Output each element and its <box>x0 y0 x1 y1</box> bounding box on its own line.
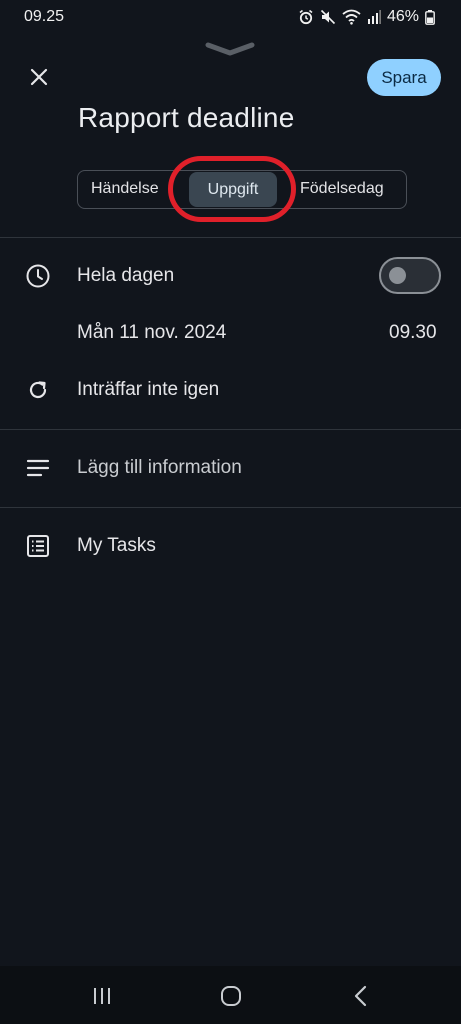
toggle-knob <box>389 267 406 284</box>
mute-icon <box>320 9 336 25</box>
status-bar: 09.25 46% <box>0 0 461 34</box>
all-day-label: Hela dagen <box>77 265 175 286</box>
task-title[interactable]: Rapport deadline <box>78 102 294 134</box>
add-details-row[interactable]: Lägg till information <box>0 450 461 486</box>
all-day-toggle[interactable] <box>379 257 441 294</box>
task-list-label: My Tasks <box>77 535 156 556</box>
notes-icon <box>25 455 51 481</box>
close-button[interactable] <box>24 62 54 92</box>
divider <box>0 507 461 508</box>
type-selector: Händelse Uppgift Födelsedag <box>77 170 407 209</box>
repeat-row[interactable]: Inträffar inte igen <box>0 372 461 408</box>
alarm-icon <box>299 9 313 25</box>
repeat-label: Inträffar inte igen <box>77 379 220 400</box>
tab-birthday[interactable]: Födelsedag <box>300 180 384 198</box>
repeat-icon <box>25 377 51 403</box>
status-icons: 46% <box>298 8 435 26</box>
details-placeholder: Lägg till information <box>77 457 242 478</box>
close-icon <box>30 68 48 86</box>
back-icon <box>354 985 367 1007</box>
divider <box>0 429 461 430</box>
recent-apps-icon <box>94 988 110 1004</box>
list-icon <box>25 533 51 559</box>
divider <box>0 237 461 238</box>
status-time: 09.25 <box>24 8 65 25</box>
back-button[interactable] <box>348 983 374 1009</box>
signal-icon <box>367 10 381 24</box>
task-list-row[interactable]: My Tasks <box>0 528 461 564</box>
recent-apps-button[interactable] <box>89 983 115 1009</box>
tab-event[interactable]: Händelse <box>91 180 159 198</box>
navigation-bar <box>0 966 461 1024</box>
clock-icon <box>25 263 51 289</box>
battery-percentage: 46% <box>386 8 419 25</box>
time-field[interactable]: 09.30 <box>389 322 437 344</box>
wifi-icon <box>342 9 361 25</box>
chevron-down-icon[interactable] <box>205 42 255 56</box>
battery-icon <box>425 9 435 25</box>
tab-task[interactable]: Uppgift <box>189 172 277 207</box>
date-field[interactable]: Mån 11 nov. 2024 <box>77 322 226 344</box>
save-button[interactable]: Spara <box>367 59 441 96</box>
home-button[interactable] <box>218 983 244 1009</box>
home-icon <box>221 986 241 1006</box>
